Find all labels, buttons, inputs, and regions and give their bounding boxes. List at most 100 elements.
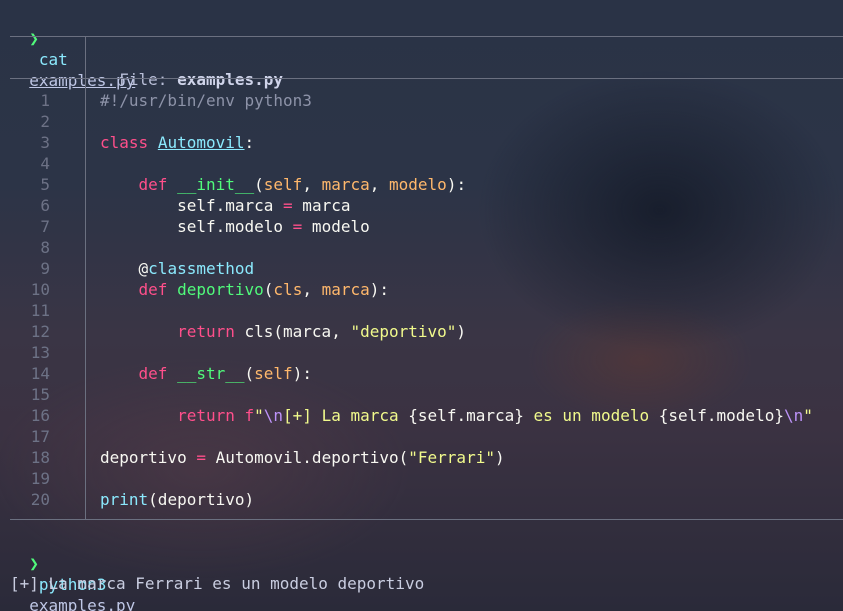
code-text: #!/usr/bin/env python3 <box>100 90 312 111</box>
line-number: 5 <box>40 175 50 194</box>
code-token: def <box>138 175 168 194</box>
line-number: 18 <box>30 448 50 467</box>
code-token: ) <box>494 448 505 467</box>
code-token: " <box>254 406 264 425</box>
code-token: return <box>177 322 235 341</box>
header-gutter-rule <box>85 37 86 78</box>
top-rule <box>10 36 843 37</box>
code-token: @ <box>100 259 149 278</box>
line-number: 16 <box>30 406 50 425</box>
line-number: 7 <box>40 217 50 236</box>
line-number: 8 <box>40 238 50 257</box>
code-token: def <box>138 280 168 299</box>
code-listing: 1 #!/usr/bin/env python3 2 3 class Automovil… <box>0 90 843 510</box>
prompt-line-1: ❯ cat examples.py <box>10 7 135 90</box>
code-token: Automovil.deportivo( <box>205 448 409 467</box>
code-token: self.modelo <box>100 217 293 236</box>
code-token: \n <box>263 406 284 425</box>
code-token: = <box>283 196 293 215</box>
code-line: 12 return cls(marca, "deportivo") <box>0 321 843 342</box>
code-token: cls(marca, <box>234 322 351 341</box>
code-token: " <box>803 406 813 425</box>
file-header-label: File: <box>119 70 178 89</box>
code-text: self.modelo = modelo <box>100 216 370 237</box>
code-token: self <box>263 175 303 194</box>
code-line: 19 <box>0 468 843 489</box>
code-token: marca <box>292 196 351 215</box>
code-text: def __str__(self): <box>100 363 312 384</box>
code-line: 14 def __str__(self): <box>0 363 843 384</box>
code-token: ): <box>369 280 390 299</box>
code-token: es un modelo <box>523 406 659 425</box>
file-header: File: examples.py <box>100 48 283 89</box>
code-token: marca <box>321 175 370 194</box>
line-number: 3 <box>40 133 50 152</box>
code-line: 7 self.modelo = modelo <box>0 216 843 237</box>
code-line: 16 return f"\n[+] La marca {self.marca} … <box>0 405 843 426</box>
program-output: [+] La marca Ferrari es un modelo deport… <box>10 574 425 593</box>
line-number: 15 <box>30 385 50 404</box>
code-token: {self.marca} <box>408 406 524 425</box>
code-text: def __init__(self, marca, modelo): <box>100 174 467 195</box>
code-token: "Ferrari" <box>408 448 495 467</box>
code-line: 10 def deportivo(cls, marca): <box>0 279 843 300</box>
code-text: deportivo = Automovil.deportivo("Ferrari… <box>100 447 505 468</box>
code-line: 17 <box>0 426 843 447</box>
command-arg-file[interactable]: examples.py <box>29 596 135 611</box>
code-line: 15 <box>0 384 843 405</box>
code-line: 6 self.marca = marca <box>0 195 843 216</box>
code-token: [+] La marca <box>283 406 409 425</box>
code-token: ( <box>254 175 264 194</box>
code-line: 9 @classmethod <box>0 258 843 279</box>
code-token: print <box>100 490 149 509</box>
code-token: return <box>177 406 235 425</box>
line-number: 6 <box>40 196 50 215</box>
line-number: 10 <box>30 280 50 299</box>
code-token: def <box>138 364 168 383</box>
code-text: def deportivo(cls, marca): <box>100 279 390 300</box>
line-number: 13 <box>30 343 50 362</box>
code-token: self <box>254 364 293 383</box>
code-line: 2 <box>0 111 843 132</box>
prompt-line-2: ❯ python3 examples.py <box>10 532 135 611</box>
code-text: print(deportivo) <box>100 489 254 510</box>
code-token: Automovil <box>157 133 245 152</box>
code-token: deportivo <box>100 448 197 467</box>
code-token: #!/usr/bin/env python3 <box>100 91 312 110</box>
code-line: 3 class Automovil: <box>0 132 843 153</box>
line-number: 11 <box>30 301 50 320</box>
command-name: cat <box>38 50 68 69</box>
code-token: = <box>196 448 206 467</box>
code-token: modelo <box>389 175 447 194</box>
line-number: 1 <box>40 91 50 110</box>
code-text: return cls(marca, "deportivo") <box>100 321 466 342</box>
line-number: 19 <box>30 469 50 488</box>
bottom-rule <box>10 519 843 520</box>
code-token: modelo <box>302 217 370 236</box>
code-token: f <box>244 406 255 425</box>
code-token: "deportivo" <box>350 322 457 341</box>
code-token: \n <box>783 406 804 425</box>
code-token: marca <box>321 280 370 299</box>
code-token: , <box>302 280 322 299</box>
code-token: classmethod <box>148 259 255 278</box>
code-text: class Automovil: <box>100 132 254 153</box>
code-token: : <box>244 133 255 152</box>
line-number: 17 <box>30 427 50 446</box>
header-rule <box>10 78 843 79</box>
line-number: 12 <box>30 322 50 341</box>
code-line: 4 <box>0 153 843 174</box>
code-line: 13 <box>0 342 843 363</box>
code-line: 5 def __init__(self, marca, modelo): <box>0 174 843 195</box>
code-token: , <box>369 175 390 194</box>
code-line: 20 print(deportivo) <box>0 489 843 510</box>
